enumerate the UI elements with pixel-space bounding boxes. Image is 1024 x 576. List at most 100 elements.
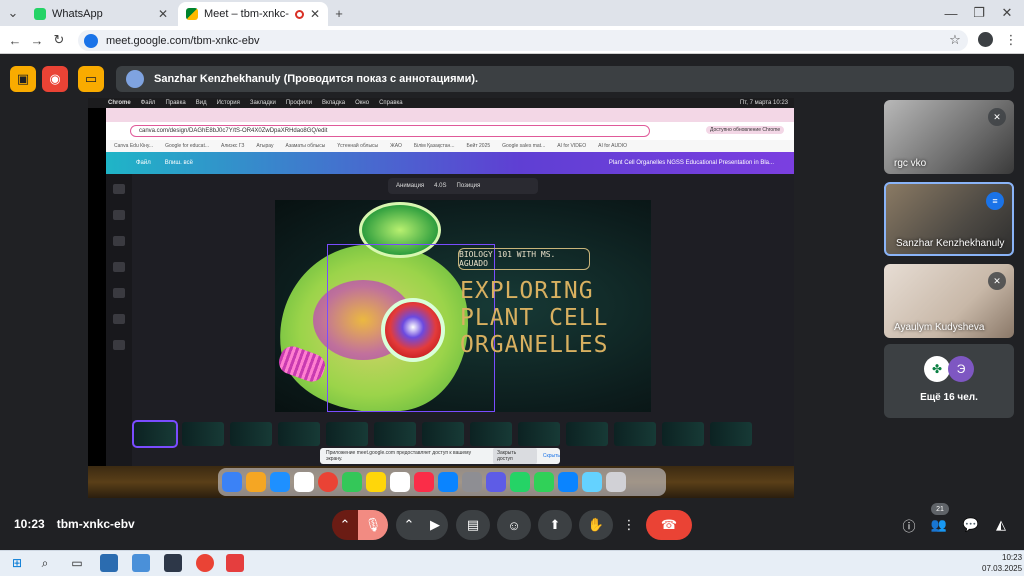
search-icon[interactable]: ⌕ — [36, 554, 54, 572]
back-icon[interactable]: ← — [6, 31, 24, 49]
slide-thumbnail — [422, 422, 464, 446]
recording-icon[interactable]: ◉ — [42, 66, 68, 92]
forward-icon[interactable]: → — [28, 31, 46, 49]
bookmark-item: Білім Қазақстан... — [413, 143, 455, 149]
taskbar-app-icon[interactable] — [226, 554, 244, 572]
end-call-button[interactable]: ☎ — [646, 510, 692, 540]
close-icon[interactable]: ✕ — [158, 7, 168, 21]
participant-tile-speaking[interactable]: Sanzhar Kenzhekhanuly ≡ — [884, 182, 1014, 256]
mic-off-button[interactable]: 🎙 — [358, 510, 388, 540]
taskbar-app-icon[interactable] — [100, 554, 118, 572]
screen-share-indicator-icon[interactable]: ▭ — [78, 66, 104, 92]
minimize-icon[interactable]: — — [942, 4, 960, 22]
people-icon[interactable]: 👥 — [928, 514, 950, 536]
video-options-chevron-icon[interactable]: ⌃ — [396, 510, 422, 540]
canva-file-menu: Файл — [136, 160, 151, 166]
meeting-details-icon[interactable]: ⓘ — [898, 514, 920, 536]
launchpad-icon — [246, 472, 266, 492]
tab-title: Meet – tbm-xnkc-ebv — [204, 8, 289, 20]
inner-url-text: canva.com/design/DAGhE8bJ0c7Y/tS-OR4X0Zw… — [130, 125, 650, 137]
mac-menu-item: Закладки — [249, 100, 276, 106]
tab-search-icon[interactable]: ⌄ — [4, 4, 22, 22]
inner-browser-tabs — [106, 108, 794, 122]
slide-title-line: PLANT CELL — [460, 305, 609, 331]
participant-tile[interactable]: Ayaulym Kudysheva ✕ — [884, 264, 1014, 338]
bookmark-item: AI for VIDEO — [557, 143, 587, 149]
mac-menu-item: История — [216, 100, 240, 106]
podcasts-icon — [486, 472, 506, 492]
tab-whatsapp[interactable]: WhatsApp ✕ — [26, 2, 176, 26]
panel-icon — [113, 340, 125, 350]
taskbar-app-icon[interactable] — [132, 554, 150, 572]
mac-clock: Пт, 7 марта 10:23 — [739, 100, 788, 106]
chrome-icon[interactable] — [196, 554, 214, 572]
taskbar-app-icon[interactable] — [164, 554, 182, 572]
mac-menu-item: Файл — [140, 100, 156, 106]
animation-label: Анимация — [396, 183, 425, 189]
participant-tile[interactable]: rgc vko ✕ — [884, 100, 1014, 174]
presenter-banner-text: Sanzhar Kenzhekhanuly (Проводится показ … — [154, 73, 479, 85]
site-info-icon[interactable] — [84, 33, 98, 48]
task-view-icon[interactable]: ▭ — [68, 554, 86, 572]
captions-button[interactable]: ▤ — [456, 510, 490, 540]
more-participants-label: Ещё 16 чел. — [920, 392, 978, 403]
people-count-badge: 21 — [931, 503, 949, 515]
notes-icon — [366, 472, 386, 492]
window-close-icon[interactable]: ✕ — [998, 4, 1016, 22]
more-participants-tile[interactable]: ✤ Э Ещё 16 чел. — [884, 344, 1014, 418]
meeting-code: tbm-xnkc-ebv — [56, 517, 135, 531]
slide-subtitle-pill: BIOLOGY 101 WITH MS. AGUADO — [458, 248, 590, 270]
shared-screen[interactable]: Chrome Файл Правка Вид История Закладки … — [88, 98, 794, 498]
menu-kebab-icon[interactable]: ⋮ — [1002, 31, 1020, 49]
slide-thumbnail — [278, 422, 320, 446]
bookmark-star-icon[interactable]: ☆ — [946, 31, 964, 49]
screen-share-notice: Приложение meet.google.com предоставляет… — [320, 448, 560, 464]
bookmark-item: AI for AUDIO — [598, 143, 628, 149]
slide-thumbnail — [374, 422, 416, 446]
raise-hand-button[interactable]: ✋ — [579, 510, 613, 540]
restore-icon[interactable]: ❐ — [970, 4, 988, 22]
slide-thumbnail — [470, 422, 512, 446]
numbers-icon — [534, 472, 554, 492]
profile-avatar[interactable] — [978, 32, 993, 47]
no-video-icon[interactable]: ▣ — [10, 66, 36, 92]
panel-icon — [113, 288, 125, 298]
app-store-icon — [438, 472, 458, 492]
slide-title-line: EXPLORING — [460, 278, 594, 304]
system-date: 07.03.2025 — [982, 564, 1023, 573]
new-tab-button[interactable]: + — [330, 4, 348, 22]
activities-icon[interactable]: ◭ — [990, 514, 1012, 536]
whatsapp-icon — [34, 8, 46, 20]
chat-icon[interactable]: 💬 — [960, 514, 982, 536]
bookmark-item: Атырау — [256, 143, 274, 149]
mac-menu-item: Вкладка — [321, 100, 346, 106]
mac-menu-item: Chrome — [108, 100, 131, 106]
more-options-icon[interactable]: ⋮ — [619, 510, 639, 540]
present-screen-button[interactable]: ⬆ — [538, 510, 572, 540]
meeting-info: 10:23 tbm-xnkc-ebv — [14, 517, 135, 531]
close-icon[interactable]: ✕ — [310, 7, 320, 21]
stop-sharing-button: Закрыть доступ — [492, 448, 537, 464]
finder-icon — [222, 472, 242, 492]
slide-filmstrip — [132, 418, 794, 450]
slide-thumbnail — [230, 422, 272, 446]
participant-name: Sanzhar Kenzhekhanuly — [896, 238, 1005, 249]
slide-thumbnail — [326, 422, 368, 446]
audio-options-chevron-icon[interactable]: ⌃ — [332, 510, 358, 540]
clover-avatar-icon: ✤ — [924, 356, 950, 382]
slide-thumbnail — [182, 422, 224, 446]
presenter-banner: Sanzhar Kenzhekhanuly (Проводится показ … — [116, 66, 1014, 92]
address-bar[interactable]: meet.google.com/tbm-xnkc-ebv — [78, 30, 968, 51]
panel-icon — [113, 314, 125, 324]
music-icon — [414, 472, 434, 492]
tab-meet[interactable]: Meet – tbm-xnkc-ebv ✕ — [178, 2, 328, 26]
reload-icon[interactable]: ↻ — [50, 31, 68, 49]
folder-icon — [582, 472, 602, 492]
canva-side-panel — [106, 174, 132, 466]
windows-start-icon[interactable]: ⊞ — [8, 554, 26, 572]
bookmark-item: ЖАО — [390, 143, 402, 149]
inner-bookmarks-bar: Canva Edu Кіну... Google for educat... А… — [106, 140, 794, 152]
bookmark-item: Алиэкс ГЗ — [221, 143, 245, 149]
canva-doc-title: Plant Cell Organelles NGSS Educational P… — [608, 160, 774, 166]
emoji-reactions-button[interactable]: ☺ — [497, 510, 531, 540]
